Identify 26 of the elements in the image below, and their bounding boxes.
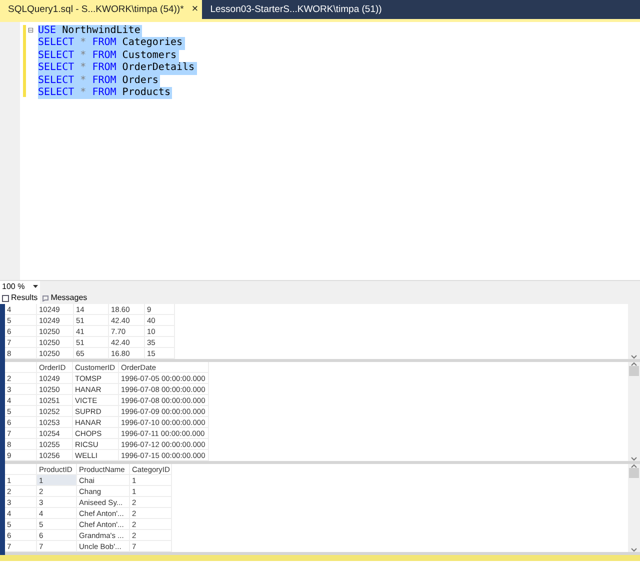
scrollbar[interactable] (628, 464, 640, 552)
scroll-down-icon[interactable] (631, 457, 637, 461)
dropdown-caret-icon (32, 284, 38, 288)
zoom-dropdown[interactable]: 100 % (0, 280, 40, 292)
results-tab[interactable]: Results (0, 292, 40, 304)
grid-icon (2, 294, 9, 302)
grid-corner (5, 464, 37, 475)
document-tab[interactable]: Lesson03-StarterS...KWORK\timpa (51)) (202, 0, 386, 19)
collapse-icon[interactable]: ⊟ (28, 25, 38, 38)
grid-corner (5, 362, 37, 373)
scroll-thumb[interactable] (629, 366, 639, 376)
document-tab[interactable]: SQLQuery1.sql - S...KWORK\timpa (54))* × (0, 0, 202, 19)
results-tab[interactable]: Messages (40, 292, 90, 304)
change-marker (23, 25, 26, 97)
scrollbar[interactable] (628, 304, 640, 359)
close-icon[interactable]: × (192, 0, 198, 19)
scroll-down-icon[interactable] (631, 355, 637, 359)
scroll-thumb[interactable] (629, 468, 639, 478)
message-icon (42, 294, 49, 302)
tab-label: Lesson03-StarterS...KWORK\timpa (51)) (210, 3, 382, 17)
query-editor[interactable]: ⊟ USE NorthwindLite SELECT * FROM Categories SELECT * FROM Customers SELECT * FROM OrderDetails SELECT * FROM Orders SELECT * FROM Products (0, 22, 640, 280)
scrollbar[interactable] (628, 362, 640, 461)
scroll-down-icon[interactable] (631, 548, 637, 552)
tab-label: SQLQuery1.sql - S...KWORK\timpa (54))* (8, 3, 184, 17)
scroll-up-icon[interactable] (631, 362, 637, 366)
scroll-up-icon[interactable] (631, 464, 637, 468)
